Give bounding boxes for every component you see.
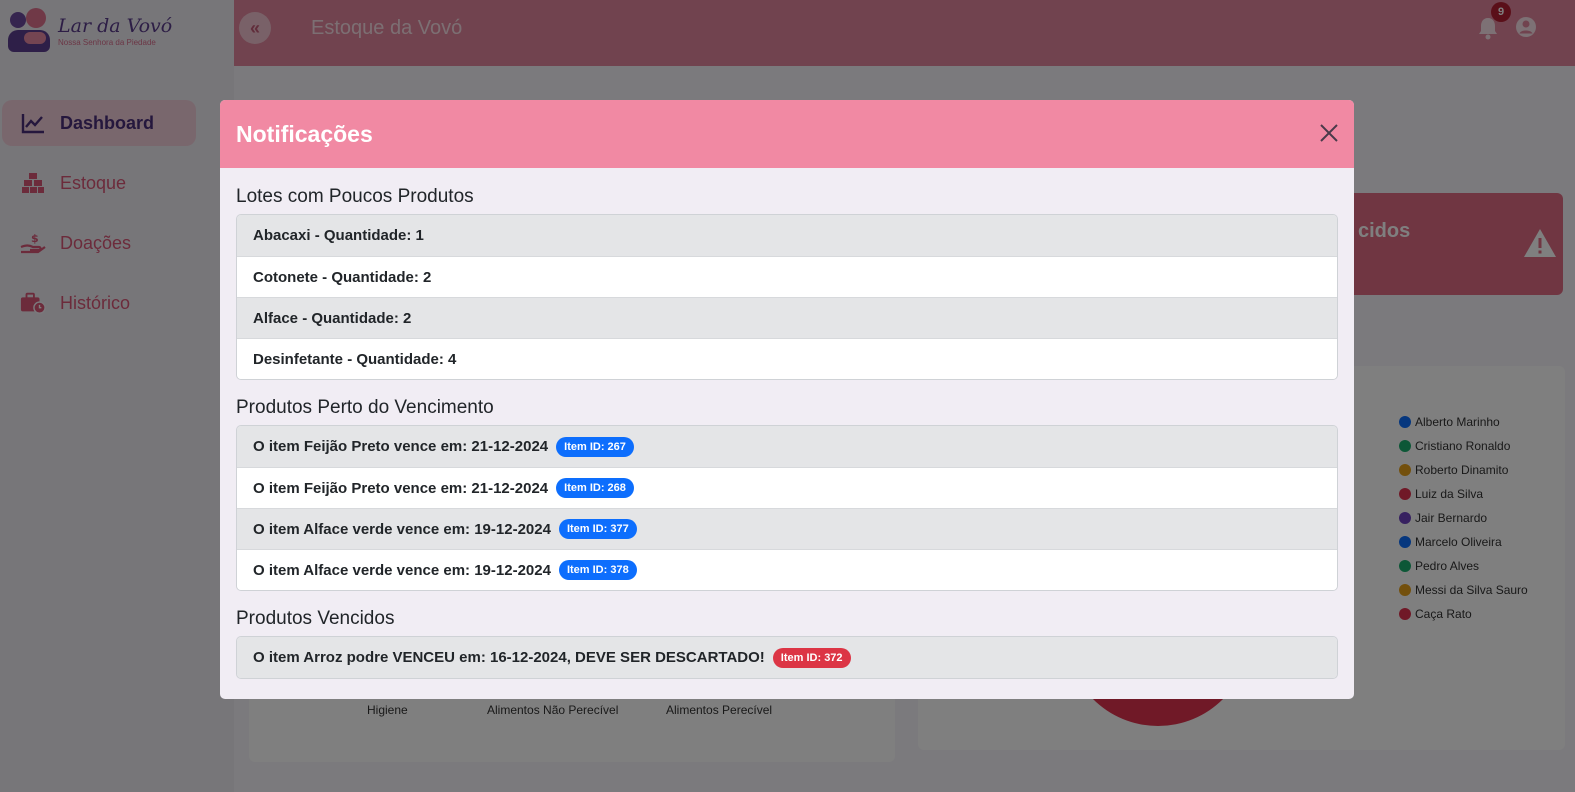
list-item-text: O item Alface verde vence em: 19-12-2024 (253, 520, 551, 538)
list-item-text: Abacaxi - Quantidade: 1 (253, 227, 424, 244)
list-item[interactable]: O item Arroz podre VENCEU em: 16-12-2024… (237, 637, 1337, 678)
near-expiry-list: O item Feijão Preto vence em: 21-12-2024… (236, 425, 1338, 591)
list-item[interactable]: Cotonete - Quantidade: 2 (237, 256, 1337, 297)
list-item[interactable]: Abacaxi - Quantidade: 1 (237, 215, 1337, 256)
item-id-badge: Item ID: 377 (558, 519, 637, 539)
modal-body: Lotes com Poucos Produtos Abacaxi - Quan… (220, 168, 1354, 679)
list-item-text: O item Feijão Preto vence em: 21-12-2024 (253, 479, 549, 497)
low-stock-list: Abacaxi - Quantidade: 1 Cotonete - Quant… (236, 214, 1338, 380)
list-item[interactable]: O item Feijão Preto vence em: 21-12-2024… (237, 467, 1337, 508)
item-id-badge: Item ID: 372 (772, 647, 851, 668)
section-title-near-expiry: Produtos Perto do Vencimento (236, 397, 494, 418)
section-title-expired: Produtos Vencidos (236, 608, 395, 629)
list-item-text: O item Alface verde vence em: 19-12-2024 (253, 561, 551, 579)
list-item-text: Desinfetante - Quantidade: 4 (253, 350, 457, 368)
list-item[interactable]: Desinfetante - Quantidade: 4 (237, 338, 1337, 379)
list-item[interactable]: O item Feijão Preto vence em: 21-12-2024… (237, 426, 1337, 467)
item-id-badge: Item ID: 268 (556, 478, 634, 498)
close-icon[interactable] (1318, 122, 1340, 144)
list-item-text: Alface - Quantidade: 2 (253, 309, 412, 327)
list-item[interactable]: Alface - Quantidade: 2 (237, 297, 1337, 338)
list-item-text: O item Feijão Preto vence em: 21-12-2024 (253, 438, 549, 455)
notifications-modal: Notificações Lotes com Poucos Produtos A… (220, 100, 1354, 699)
item-id-badge: Item ID: 378 (558, 560, 637, 580)
modal-header: Notificações (220, 100, 1354, 168)
item-id-badge: Item ID: 267 (556, 436, 634, 457)
modal-title: Notificações (236, 120, 373, 147)
list-item[interactable]: O item Alface verde vence em: 19-12-2024… (237, 549, 1337, 590)
expired-list: O item Arroz podre VENCEU em: 16-12-2024… (236, 636, 1338, 679)
list-item-text: O item Arroz podre VENCEU em: 16-12-2024… (253, 649, 765, 666)
list-item-text: Cotonete - Quantidade: 2 (253, 268, 432, 286)
list-item[interactable]: O item Alface verde vence em: 19-12-2024… (237, 508, 1337, 549)
section-title-low-stock: Lotes com Poucos Produtos (236, 186, 474, 207)
